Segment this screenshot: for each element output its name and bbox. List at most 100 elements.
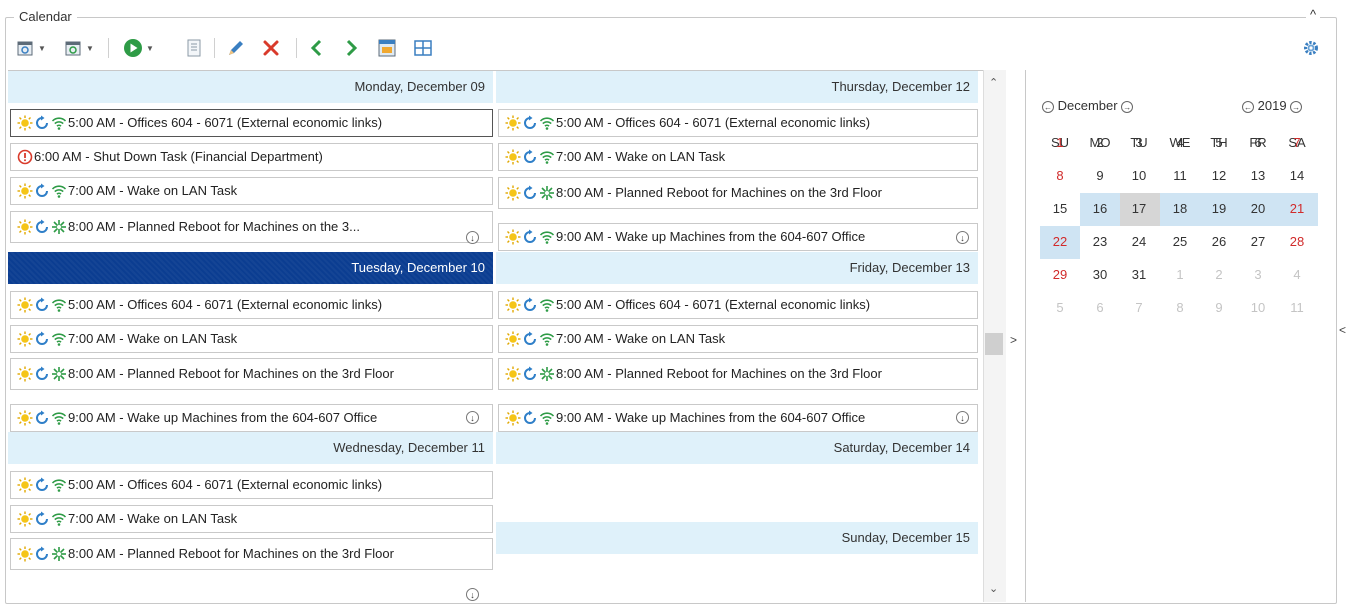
calendar-day[interactable]: 19 — [1199, 192, 1239, 225]
calendar-day[interactable]: 10 — [1119, 159, 1159, 192]
properties-button[interactable] — [184, 37, 204, 59]
day-header[interactable]: Monday, December 09 — [8, 71, 493, 103]
appointment[interactable]: 5:00 AM - Offices 604 - 6071 (External e… — [498, 109, 978, 137]
appointment-text: 9:00 AM - Wake up Machines from the 604-… — [556, 410, 866, 425]
collapse-calendar-button[interactable]: < — [1339, 323, 1346, 337]
calendar-day[interactable]: 5 — [1040, 291, 1080, 324]
view-layout-button[interactable] — [410, 37, 436, 59]
edit-button[interactable] — [224, 37, 248, 59]
calendar-day[interactable]: 24 — [1119, 225, 1159, 258]
appointment[interactable]: 7:00 AM - Wake on LAN Task — [498, 143, 978, 171]
calendar-day[interactable]: 22 — [1040, 225, 1080, 258]
calendar-day[interactable]: 9 — [1080, 159, 1120, 192]
calendar-day[interactable]: 18 — [1160, 192, 1200, 225]
more-appointments-icon[interactable]: ↓ — [466, 411, 479, 424]
add-task-button[interactable]: ▼ — [14, 37, 48, 59]
calendar-day[interactable]: 4 — [1277, 258, 1317, 291]
day-header[interactable]: Sunday, December 15 — [496, 522, 978, 554]
appointment-text: 7:00 AM - Wake on LAN Task — [68, 331, 238, 346]
calendar-day[interactable]: 21 — [1277, 192, 1317, 225]
prev-year-icon[interactable]: ← — [1242, 100, 1254, 113]
calendar-day[interactable]: 28 — [1277, 225, 1317, 258]
calendar-day[interactable]: 7 — [1119, 291, 1159, 324]
day-header[interactable]: Tuesday, December 10 — [8, 252, 493, 284]
appointment[interactable]: 7:00 AM - Wake on LAN Task — [10, 505, 493, 533]
appointment[interactable]: 8:00 AM - Planned Reboot for Machines on… — [10, 211, 493, 243]
calendar-day[interactable]: 6 — [1080, 291, 1120, 324]
calendar-day[interactable]: 15 — [1040, 192, 1080, 225]
appointment[interactable]: 9:00 AM - Wake up Machines from the 604-… — [498, 223, 978, 251]
calendar-day[interactable]: 7 — [1277, 126, 1317, 159]
more-appointments-icon[interactable]: ↓ — [466, 588, 479, 601]
appointment[interactable]: 7:00 AM - Wake on LAN Task — [10, 325, 493, 353]
calendar-day[interactable]: 31 — [1119, 258, 1159, 291]
day-header[interactable]: Friday, December 13 — [496, 252, 978, 284]
calendar-day[interactable]: 16 — [1080, 192, 1120, 225]
calendar-day[interactable]: 3 — [1119, 126, 1159, 159]
calendar-day[interactable]: 9 — [1199, 291, 1239, 324]
calendar-day[interactable]: 29 — [1040, 258, 1080, 291]
calendar-day[interactable]: 8 — [1040, 159, 1080, 192]
day-header[interactable]: Thursday, December 12 — [496, 71, 978, 103]
delete-button[interactable] — [258, 37, 284, 59]
today-button[interactable] — [374, 37, 400, 59]
appointment[interactable]: 8:00 AM - Planned Reboot for Machines on… — [10, 538, 493, 570]
run-button[interactable]: ▼ — [118, 37, 158, 59]
calendar-day[interactable]: 30 — [1080, 258, 1120, 291]
calendar-day[interactable]: 5 — [1199, 126, 1239, 159]
appointment[interactable]: 7:00 AM - Wake on LAN Task — [10, 177, 493, 205]
recurring-icon — [522, 410, 538, 426]
calendar-day[interactable]: 25 — [1160, 225, 1200, 258]
appointment[interactable]: 7:00 AM - Wake on LAN Task — [498, 325, 978, 353]
calendar-day[interactable]: 4 — [1160, 126, 1200, 159]
calendar-day[interactable]: 26 — [1199, 225, 1239, 258]
prev-month-icon[interactable]: ← — [1042, 100, 1054, 113]
daytime-icon — [17, 331, 33, 347]
calendar-day[interactable]: 8 — [1160, 291, 1200, 324]
calendar-day[interactable]: 27 — [1238, 225, 1278, 258]
next-year-icon[interactable]: → — [1290, 100, 1303, 113]
calendar-day[interactable]: 1 — [1040, 126, 1080, 159]
previous-button[interactable] — [306, 37, 328, 59]
scrollbar-thumb[interactable] — [985, 333, 1003, 355]
appointment[interactable]: 5:00 AM - Offices 604 - 6071 (External e… — [498, 291, 978, 319]
more-appointments-icon[interactable]: ↓ — [466, 231, 479, 244]
expand-calendar-button[interactable]: > — [1010, 333, 1017, 347]
calendar-day[interactable]: 11 — [1160, 159, 1200, 192]
calendar-day[interactable]: 2 — [1199, 258, 1239, 291]
calendar-day[interactable]: 20 — [1238, 192, 1278, 225]
next-button[interactable] — [340, 37, 362, 59]
next-month-icon[interactable]: → — [1121, 100, 1134, 113]
appointment[interactable]: 6:00 AM - Shut Down Task (Financial Depa… — [10, 143, 493, 171]
calendar-day[interactable]: 13 — [1238, 159, 1278, 192]
appointment[interactable]: 8:00 AM - Planned Reboot for Machines on… — [498, 358, 978, 390]
recurring-icon — [34, 115, 50, 131]
appointment[interactable]: 9:00 AM - Wake up Machines from the 604-… — [498, 404, 978, 432]
calendar-day[interactable]: 10 — [1238, 291, 1278, 324]
appointment[interactable]: 8:00 AM - Planned Reboot for Machines on… — [10, 358, 493, 390]
scroll-up-arrow[interactable]: ⌃ — [989, 76, 998, 89]
appointment[interactable]: 9:00 AM - Wake up Machines from the 604-… — [10, 404, 493, 432]
calendar-day[interactable]: 1 — [1160, 258, 1200, 291]
day-header[interactable]: Wednesday, December 11 — [8, 432, 493, 464]
appointment[interactable]: 5:00 AM - Offices 604 - 6071 (External e… — [10, 109, 493, 137]
calendar-day[interactable]: 2 — [1080, 126, 1120, 159]
settings-button[interactable] — [1300, 37, 1322, 59]
calendar-day[interactable]: 12 — [1199, 159, 1239, 192]
add-schedule-button[interactable]: ▼ — [62, 37, 96, 59]
calendar-day[interactable]: 23 — [1080, 225, 1120, 258]
calendar-day[interactable]: 3 — [1238, 258, 1278, 291]
appointment[interactable]: 5:00 AM - Offices 604 - 6071 (External e… — [10, 291, 493, 319]
calendar-day[interactable]: 11 — [1277, 291, 1317, 324]
calendar-day[interactable]: 14 — [1277, 159, 1317, 192]
calendar-day[interactable]: 17 — [1119, 192, 1159, 225]
more-appointments-icon[interactable]: ↓ — [956, 231, 969, 244]
day-header[interactable]: Saturday, December 14 — [496, 432, 978, 464]
calendar-day[interactable]: 6 — [1238, 126, 1278, 159]
appointment[interactable]: 8:00 AM - Planned Reboot for Machines on… — [498, 177, 978, 209]
more-appointments-icon[interactable]: ↓ — [956, 411, 969, 424]
collapse-panel-button[interactable]: ^ — [1306, 7, 1321, 22]
scroll-down-arrow[interactable]: ⌄ — [989, 582, 998, 595]
appointment[interactable]: 5:00 AM - Offices 604 - 6071 (External e… — [10, 471, 493, 499]
calendar-group-title: Calendar — [14, 9, 77, 24]
